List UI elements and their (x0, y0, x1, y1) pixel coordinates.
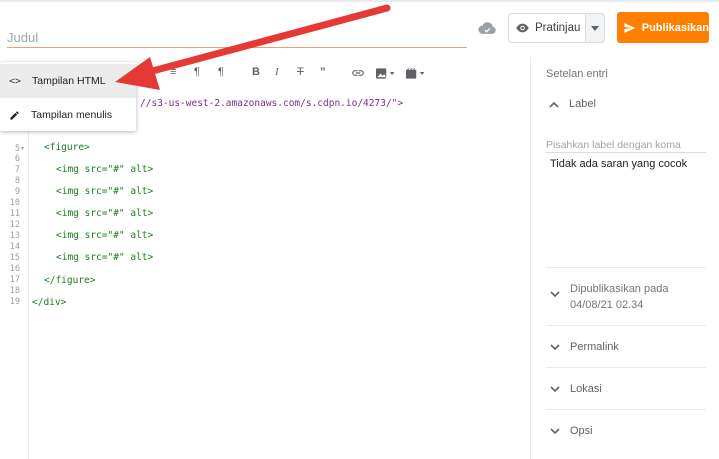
published-label: Dipublikasikan pada (570, 283, 669, 295)
eye-icon (516, 23, 529, 33)
sidebar-divider (546, 325, 706, 326)
video-icon[interactable] (406, 68, 428, 79)
line-number: 19 (9, 297, 20, 307)
image-icon[interactable] (376, 68, 398, 79)
title-input[interactable] (7, 28, 467, 48)
quote-icon[interactable]: ” (320, 66, 326, 78)
label-input[interactable] (546, 137, 706, 153)
preview-label: Pratinjau (535, 22, 581, 34)
sidebar-divider (546, 267, 706, 268)
code-line-img: <img src="#" alt> (56, 230, 154, 241)
caret-down-icon (591, 25, 599, 31)
code-line-img: <img src="#" alt> (56, 208, 154, 219)
code-line-div-close: </div> (32, 297, 67, 308)
line-number: 17 (9, 275, 20, 285)
chevron-down-icon (550, 385, 560, 392)
paragraph-icon[interactable]: ¶ (194, 66, 200, 78)
code-line-img: <img src="#" alt> (56, 186, 154, 197)
menu-item-html-view[interactable]: <> Tampilan HTML (0, 64, 136, 98)
permalink-label: Permalink (570, 341, 619, 353)
options-section-toggle[interactable]: Opsi (550, 425, 593, 437)
published-date: 04/08/21 02.34 (570, 299, 644, 311)
code-line-img: <img src="#" alt> (56, 252, 154, 263)
chevron-down-icon (550, 427, 560, 434)
italic-icon[interactable]: I (275, 66, 279, 78)
line-number: 7 (14, 165, 20, 175)
sidebar-divider (546, 367, 706, 368)
send-icon (624, 22, 636, 33)
code-line-figure-open: <figure> (44, 142, 90, 153)
html-editor[interactable]: 5 6 7 8 9 10 11 12 13 14 15 16 17 18 19 … (0, 90, 530, 459)
pencil-icon (10, 110, 19, 120)
line-number: 6 (14, 154, 20, 164)
code-line-img: <img src="#" alt> (56, 164, 154, 175)
menu-item-compose-view[interactable]: Tampilan menulis (0, 98, 136, 132)
line-number: 11 (9, 209, 20, 219)
chevron-down-icon (550, 343, 560, 350)
fold-marker-icon[interactable]: ▾ (21, 145, 24, 152)
line-number: 18 (9, 286, 20, 296)
location-label: Lokasi (570, 383, 602, 395)
cloud-icon (478, 22, 496, 34)
sidebar-divider (546, 409, 706, 410)
line-number: 14 (9, 242, 20, 252)
preview-dropdown-button[interactable] (586, 13, 605, 43)
code-line-figure-close: </figure> (44, 275, 96, 286)
code-url-line: //s3-us-west-2.amazonaws.com/s.cdpn.io/4… (140, 98, 404, 109)
menu-item-label: Tampilan menulis (31, 109, 113, 121)
top-divider (0, 0, 719, 2)
paragraph-rtl-icon[interactable]: ¶ (218, 66, 224, 78)
label-section-toggle[interactable]: Label (549, 98, 596, 110)
chevron-up-icon (549, 101, 559, 108)
link-icon[interactable] (351, 69, 365, 77)
sidebar-title: Setelan entri (546, 68, 608, 80)
line-number: 13 (9, 231, 20, 241)
bold-icon[interactable]: B (252, 66, 260, 78)
line-number: 15 (9, 253, 20, 263)
preview-button[interactable]: Pratinjau (508, 13, 586, 43)
align-icon[interactable]: ≡ (170, 66, 176, 78)
permalink-section-toggle[interactable]: Permalink (550, 341, 619, 353)
line-number: 9 (14, 187, 20, 197)
line-number: 5 (14, 144, 20, 154)
line-number: 16 (9, 264, 20, 274)
label-section-label: Label (569, 98, 596, 110)
publish-label: Publikasikan (641, 21, 709, 34)
line-number: 12 (9, 220, 20, 230)
no-suggestion-text: Tidak ada saran yang cocok (550, 158, 688, 170)
location-section-toggle[interactable]: Lokasi (550, 383, 602, 395)
line-number: 10 (9, 198, 20, 208)
view-mode-menu: <> Tampilan HTML Tampilan menulis (0, 62, 136, 131)
menu-item-label: Tampilan HTML (32, 75, 106, 87)
chevron-down-icon (550, 291, 560, 298)
published-section-toggle[interactable] (550, 291, 560, 298)
strikethrough-icon[interactable]: T (297, 66, 304, 78)
code-icon: <> (9, 75, 22, 87)
published-info: Dipublikasikan pada 04/08/21 02.34 (570, 281, 668, 313)
sidebar-divider (530, 57, 531, 459)
options-label: Opsi (570, 425, 593, 437)
line-number: 8 (14, 176, 20, 186)
publish-button[interactable]: Publikasikan (617, 12, 709, 43)
